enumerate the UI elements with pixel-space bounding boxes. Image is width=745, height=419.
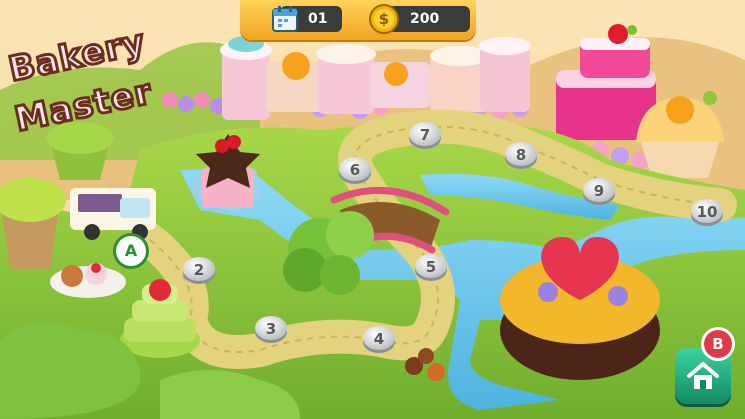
marker-a[interactable]: A: [116, 236, 146, 266]
level-10-button[interactable]: 10: [690, 197, 724, 227]
level-3-button[interactable]: 3: [254, 314, 288, 344]
level-number: 2: [193, 261, 205, 279]
calendar-value: 01: [308, 11, 328, 27]
level-6-button[interactable]: 6: [338, 155, 372, 185]
svg-text:$: $: [379, 10, 389, 28]
level-number: 9: [593, 182, 605, 200]
marker-b[interactable]: B: [704, 330, 732, 358]
level-number: 8: [515, 146, 527, 164]
dollar-coin-icon: $: [369, 4, 399, 34]
level-number: 7: [419, 126, 431, 144]
level-5-button[interactable]: 5: [414, 252, 448, 282]
marker-a-label: A: [124, 241, 138, 260]
level-7-button[interactable]: 7: [408, 120, 442, 150]
level-9-button[interactable]: 9: [582, 176, 616, 206]
home-icon: [687, 362, 719, 389]
level-number: 5: [425, 258, 437, 276]
level-number: 10: [696, 203, 718, 221]
level-number: 3: [265, 320, 277, 338]
level-number: 4: [373, 330, 385, 348]
level-2-button[interactable]: 2: [182, 255, 216, 285]
marker-b-label: B: [712, 335, 724, 353]
calendar-icon: [272, 6, 298, 32]
coin-value: 200: [410, 11, 440, 27]
top-hud-bar: 01 200 $: [240, 0, 476, 40]
level-number: 6: [349, 161, 361, 179]
level-8-button[interactable]: 8: [504, 140, 538, 170]
level-4-button[interactable]: 4: [362, 324, 396, 354]
